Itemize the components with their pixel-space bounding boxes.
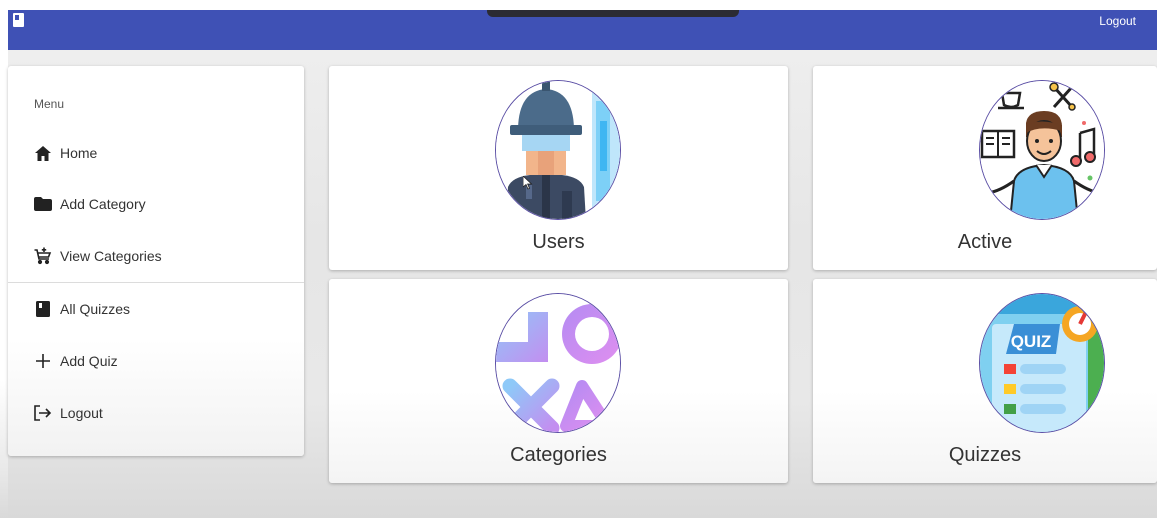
sidebar-divider (8, 282, 304, 283)
shapes-illustration-icon (495, 293, 621, 433)
sidebar-item-all-quizzes[interactable]: All Quizzes (34, 298, 130, 320)
users-card-label: Users (532, 231, 585, 253)
quizzes-card-label: Quizzes (948, 444, 1022, 466)
browser-tab-strip (487, 10, 739, 17)
sidebar-menu: Menu Home Add Category View Categories A… (8, 66, 304, 456)
active-card[interactable]: Active (813, 66, 1157, 270)
book-icon (34, 300, 52, 318)
user-illustration-icon (495, 80, 621, 220)
cart-add-icon (34, 247, 52, 265)
sidebar-item-label: All Quizzes (60, 301, 131, 317)
sidebar-item-label: Add Category (60, 196, 146, 212)
menu-heading: Menu (34, 97, 65, 111)
categories-card-label: Categories (510, 444, 607, 466)
top-app-bar: Logout (8, 10, 1157, 50)
sidebar-item-label: Logout (60, 405, 103, 421)
sidebar-item-logout[interactable]: Logout (34, 402, 103, 424)
users-card[interactable]: Users (329, 66, 788, 270)
mouse-cursor-icon (523, 176, 533, 190)
header-logout-button[interactable]: Logout (1099, 14, 1136, 28)
sidebar-item-view-categories[interactable]: View Categories (34, 245, 162, 267)
home-icon (34, 144, 52, 162)
active-hobbies-illustration-icon (979, 80, 1105, 220)
sidebar-item-label: View Categories (60, 248, 162, 264)
svg-text:QUIZ: QUIZ (1011, 332, 1052, 351)
quizzes-card[interactable]: QUIZ Quizzes (813, 279, 1157, 483)
sidebar-item-home[interactable]: Home (34, 142, 97, 164)
logout-icon (34, 404, 52, 422)
plus-icon (34, 352, 52, 370)
book-icon[interactable] (13, 13, 24, 27)
folder-icon (34, 195, 52, 213)
sidebar-item-add-category[interactable]: Add Category (34, 193, 146, 215)
dashboard-screen: Logout Menu Home Add Category View Categ… (0, 0, 1157, 518)
categories-card[interactable]: Categories (329, 279, 788, 483)
sidebar-item-label: Home (60, 145, 98, 161)
quiz-illustration-icon: QUIZ (979, 293, 1105, 433)
sidebar-item-add-quiz[interactable]: Add Quiz (34, 350, 118, 372)
sidebar-item-label: Add Quiz (60, 353, 118, 369)
active-card-label: Active (957, 231, 1013, 253)
